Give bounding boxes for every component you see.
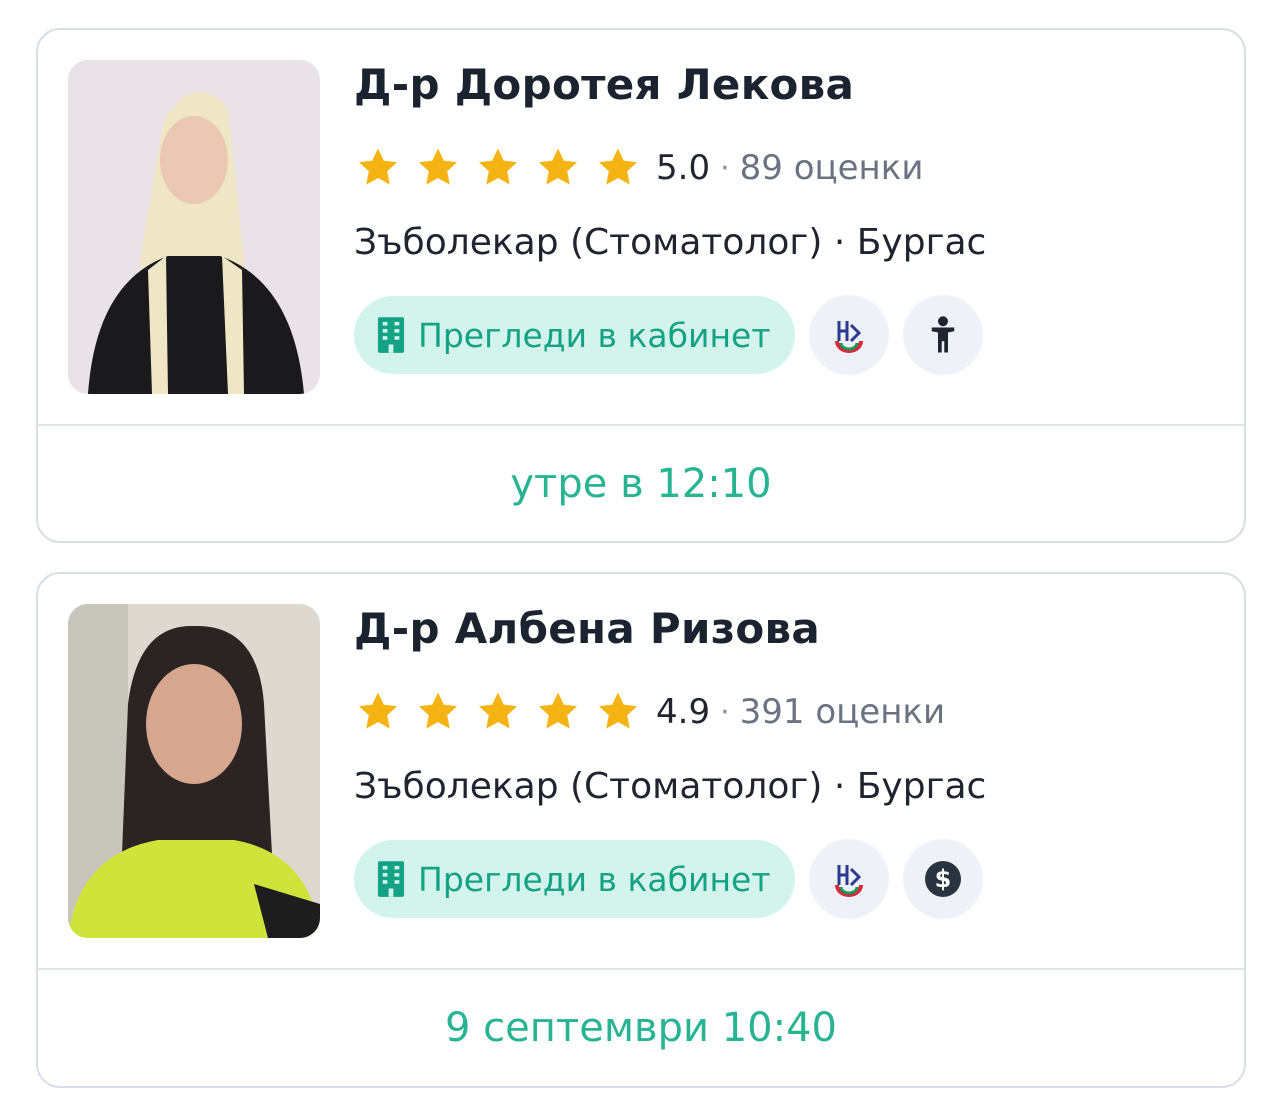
specialty-location: Зъболекар (Стоматолог) · Бургас: [354, 766, 987, 807]
rating-row: 4.9 · 391 оценки: [354, 686, 945, 738]
rating-row: 5.0 · 89 оценки: [354, 142, 923, 194]
star-icon: [594, 144, 642, 192]
star-icon: [354, 688, 402, 736]
child-icon: [928, 315, 958, 355]
star-icon: [594, 688, 642, 736]
review-count[interactable]: 391 оценки: [740, 692, 945, 732]
nzok-logo-icon: [829, 315, 869, 355]
star-icon: [414, 688, 462, 736]
doctor-photo[interactable]: [68, 60, 320, 394]
rating-score: 5.0: [656, 148, 711, 188]
nzok-logo-icon: [829, 859, 869, 899]
tags-row: Прегледи в кабинет: [354, 839, 983, 919]
rating-score: 4.9: [656, 692, 711, 732]
paid-badge: [902, 839, 983, 919]
doctor-name[interactable]: Д-р Доротея Лекова: [354, 60, 854, 109]
review-count[interactable]: 89 оценки: [740, 148, 924, 188]
tags-row: Прегледи в кабинет: [354, 295, 983, 375]
star-icon: [414, 144, 462, 192]
building-icon: [376, 860, 406, 898]
visit-type-tag: Прегледи в кабинет: [354, 296, 795, 374]
star-icon: [474, 688, 522, 736]
dollar-icon: [923, 859, 963, 899]
specialty-location: Зъболекар (Стоматолог) · Бургас: [354, 222, 987, 263]
doctor-card[interactable]: Д-р Албена Ризова 4.9 · 391 оценки Зъбол…: [36, 572, 1246, 1088]
doctor-card[interactable]: Д-р Доротея Лекова 5.0 · 89 оценки Зъбол…: [36, 28, 1246, 543]
nzok-badge: [808, 295, 889, 375]
building-icon: [376, 316, 406, 354]
next-slot-button[interactable]: 9 септември 10:40: [38, 970, 1244, 1085]
star-rating: [354, 144, 642, 192]
star-icon: [354, 144, 402, 192]
star-icon: [534, 688, 582, 736]
children-badge: [902, 295, 983, 375]
visit-type-label: Прегледи в кабинет: [418, 315, 771, 355]
star-rating: [354, 688, 642, 736]
doctor-name[interactable]: Д-р Албена Ризова: [354, 604, 820, 653]
visit-type-label: Прегледи в кабинет: [418, 859, 771, 899]
nzok-badge: [808, 839, 889, 919]
doctor-photo[interactable]: [68, 604, 320, 938]
rating-separator: ·: [720, 694, 730, 730]
rating-separator: ·: [720, 150, 730, 186]
star-icon: [474, 144, 522, 192]
visit-type-tag: Прегледи в кабинет: [354, 840, 795, 918]
star-icon: [534, 144, 582, 192]
next-slot-button[interactable]: утре в 12:10: [38, 426, 1244, 541]
